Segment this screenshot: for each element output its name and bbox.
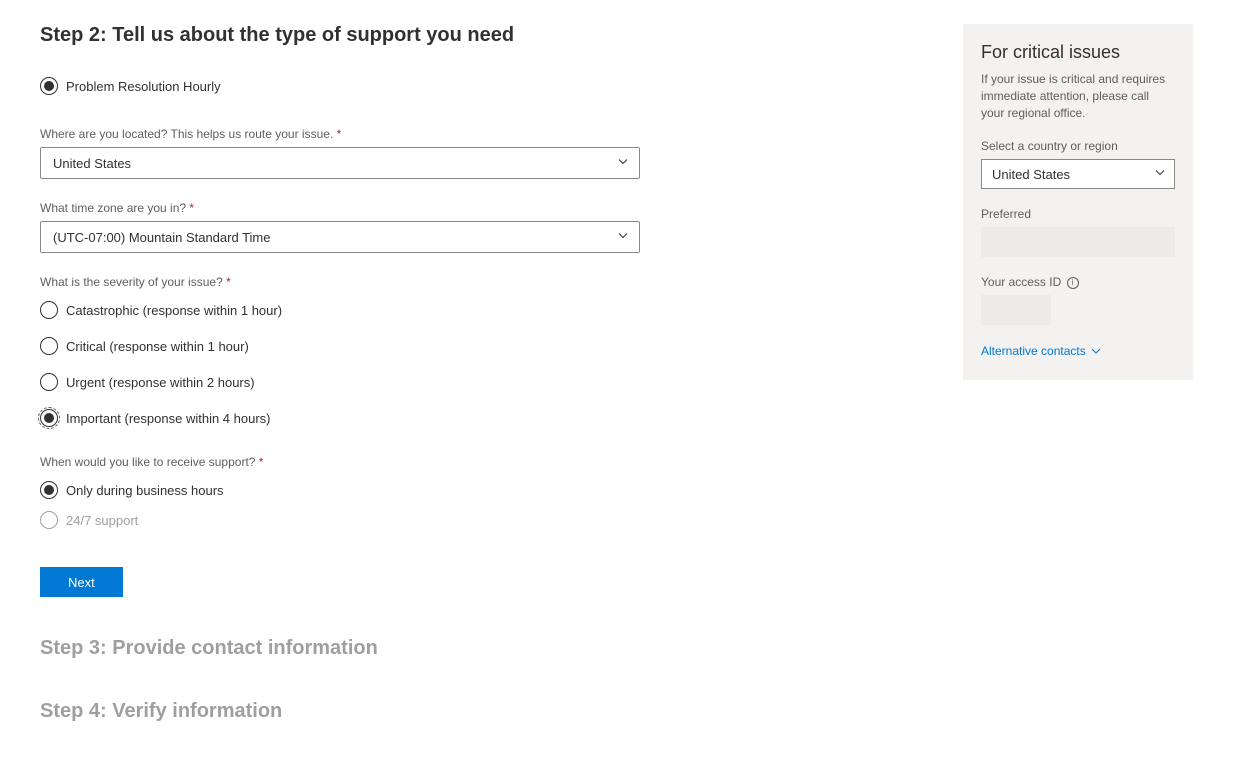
- support-time-label: When would you like to receive support? …: [40, 455, 640, 469]
- step-3-heading: Step 3: Provide contact information: [40, 637, 640, 660]
- radio-severity-urgent[interactable]: Urgent (response within 2 hours): [40, 367, 640, 397]
- timezone-select-value: (UTC-07:00) Mountain Standard Time: [53, 230, 270, 245]
- radio-icon: [40, 511, 58, 529]
- required-marker: *: [189, 201, 194, 215]
- radio-label: Important (response within 4 hours): [66, 411, 270, 426]
- alternative-contacts-link[interactable]: Alternative contacts: [981, 344, 1102, 358]
- radio-support-247: 24/7 support: [40, 505, 640, 535]
- radio-icon: [40, 481, 58, 499]
- radio-icon: [40, 337, 58, 355]
- preferred-label: Preferred: [981, 207, 1175, 221]
- radio-label: Problem Resolution Hourly: [66, 79, 221, 94]
- radio-label: Only during business hours: [66, 483, 224, 498]
- radio-label: Urgent (response within 2 hours): [66, 375, 255, 390]
- radio-problem-resolution-hourly[interactable]: Problem Resolution Hourly: [40, 71, 640, 101]
- chevron-down-icon: [617, 230, 629, 245]
- radio-severity-critical[interactable]: Critical (response within 1 hour): [40, 331, 640, 361]
- sidebar-title: For critical issues: [981, 42, 1175, 63]
- chevron-down-icon: [1090, 345, 1102, 357]
- radio-label: 24/7 support: [66, 513, 138, 528]
- chevron-down-icon: [617, 156, 629, 171]
- preferred-value-placeholder: [981, 227, 1175, 257]
- radio-severity-catastrophic[interactable]: Catastrophic (response within 1 hour): [40, 295, 640, 325]
- region-label: Select a country or region: [981, 139, 1175, 153]
- step-4-heading: Step 4: Verify information: [40, 700, 640, 723]
- step-2-heading: Step 2: Tell us about the type of suppor…: [40, 24, 640, 47]
- region-select-value: United States: [992, 167, 1070, 182]
- next-button[interactable]: Next: [40, 567, 123, 597]
- required-marker: *: [259, 455, 264, 469]
- radio-icon: [40, 373, 58, 391]
- location-label: Where are you located? This helps us rou…: [40, 127, 640, 141]
- chevron-down-icon: [1154, 167, 1166, 182]
- timezone-select[interactable]: (UTC-07:00) Mountain Standard Time: [40, 221, 640, 253]
- radio-support-business-hours[interactable]: Only during business hours: [40, 475, 640, 505]
- access-id-value-placeholder: [981, 295, 1051, 325]
- required-marker: *: [226, 275, 231, 289]
- location-select-value: United States: [53, 156, 131, 171]
- radio-severity-important[interactable]: Important (response within 4 hours): [40, 403, 640, 433]
- region-select[interactable]: United States: [981, 159, 1175, 189]
- radio-label: Catastrophic (response within 1 hour): [66, 303, 282, 318]
- timezone-label: What time zone are you in? *: [40, 201, 640, 215]
- info-icon[interactable]: i: [1067, 277, 1079, 289]
- sidebar-description: If your issue is critical and requires i…: [981, 71, 1175, 121]
- critical-issues-panel: For critical issues If your issue is cri…: [963, 24, 1193, 380]
- severity-label: What is the severity of your issue? *: [40, 275, 640, 289]
- radio-icon: [40, 301, 58, 319]
- radio-label: Critical (response within 1 hour): [66, 339, 249, 354]
- required-marker: *: [337, 127, 342, 141]
- radio-icon: [40, 77, 58, 95]
- access-id-label: Your access ID i: [981, 275, 1175, 289]
- radio-icon: [40, 409, 58, 427]
- location-select[interactable]: United States: [40, 147, 640, 179]
